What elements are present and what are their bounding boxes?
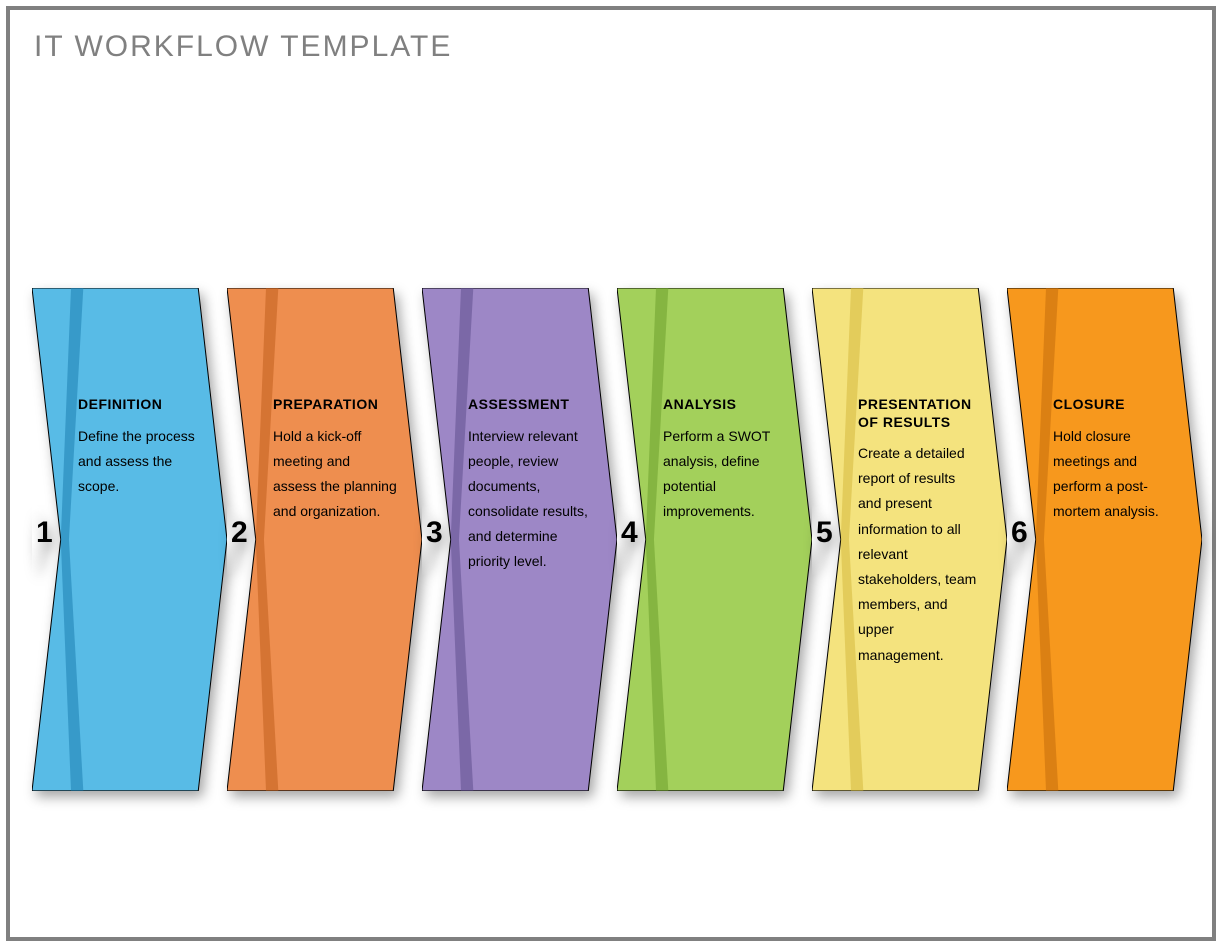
step-number: 3 (426, 516, 443, 550)
step-title: CLOSURE (1053, 396, 1177, 414)
chevron-shape (227, 288, 422, 791)
step-description: Hold a kick-off meeting and assess the p… (273, 424, 397, 525)
step-number: 5 (816, 516, 833, 550)
step-description: Define the process and assess the scope. (78, 424, 202, 500)
step-title: PRESENTATION OF RESULTS (858, 396, 982, 431)
step-title: ANALYSIS (663, 396, 787, 414)
step-content: ANALYSIS Perform a SWOT analysis, define… (663, 396, 787, 524)
step-number: 2 (231, 516, 248, 550)
step-number: 4 (621, 516, 638, 550)
step-content: ASSESSMENT Interview relevant people, re… (468, 396, 592, 575)
workflow-step-5: 5 PRESENTATION OF RESULTS Create a detai… (812, 288, 1007, 778)
workflow-step-4: 4 ANALYSIS Perform a SWOT analysis, defi… (617, 288, 812, 778)
step-content: PRESENTATION OF RESULTS Create a detaile… (858, 396, 982, 668)
workflow-step-3: 3 ASSESSMENT Interview relevant people, … (422, 288, 617, 778)
step-description: Interview relevant people, review docume… (468, 424, 592, 575)
page-title: IT WORKFLOW TEMPLATE (34, 30, 452, 64)
diagram-frame: IT WORKFLOW TEMPLATE 1 DEFINITION Define… (6, 6, 1216, 941)
workflow-step-2: 2 PREPARATION Hold a kick-off meeting an… (227, 288, 422, 778)
chevron-shape (1007, 288, 1202, 791)
chevron-shape (617, 288, 812, 791)
step-content: PREPARATION Hold a kick-off meeting and … (273, 396, 397, 524)
workflow-row: 1 DEFINITION Define the process and asse… (32, 288, 1202, 778)
chevron-shape (32, 288, 227, 791)
step-title: PREPARATION (273, 396, 397, 414)
step-content: DEFINITION Define the process and assess… (78, 396, 202, 499)
step-number: 1 (36, 516, 53, 550)
step-title: DEFINITION (78, 396, 202, 414)
step-content: CLOSURE Hold closure meetings and perfor… (1053, 396, 1177, 524)
step-description: Create a detailed report of results and … (858, 441, 982, 668)
workflow-step-6: 6 CLOSURE Hold closure meetings and perf… (1007, 288, 1202, 778)
step-title: ASSESSMENT (468, 396, 592, 414)
step-description: Hold closure meetings and perform a post… (1053, 424, 1177, 525)
workflow-step-1: 1 DEFINITION Define the process and asse… (32, 288, 227, 778)
step-description: Perform a SWOT analysis, define potentia… (663, 424, 787, 525)
step-number: 6 (1011, 516, 1028, 550)
